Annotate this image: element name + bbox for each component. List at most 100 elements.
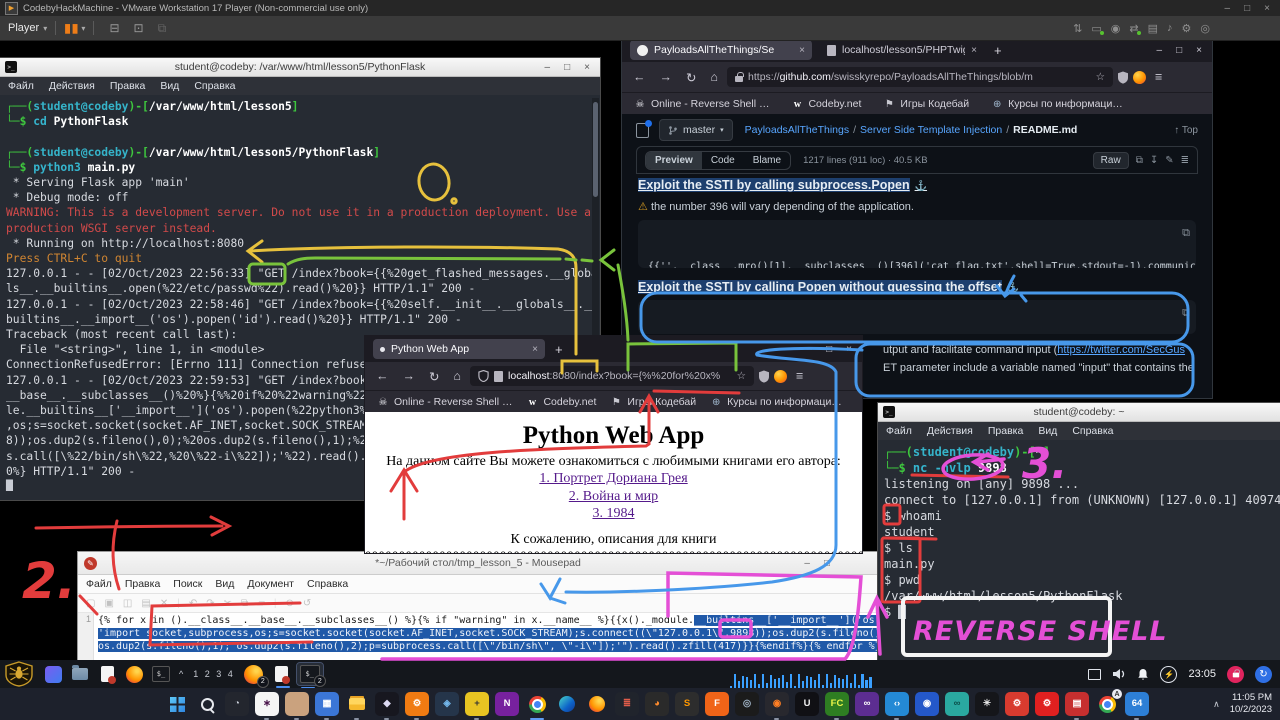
anchor-link-icon[interactable]: ⚓ bbox=[1007, 283, 1019, 294]
taskbar-app-cinema[interactable]: ◎ bbox=[735, 692, 759, 716]
taskbar-app-camtasia[interactable]: ∞ bbox=[945, 692, 969, 716]
mousepad-editor[interactable]: 1 {% for x in ().__class__.__base__.__su… bbox=[78, 613, 878, 663]
back-button[interactable]: ← bbox=[628, 70, 651, 84]
forward-button[interactable]: → bbox=[655, 70, 678, 84]
taskbar-app-firefox[interactable] bbox=[585, 692, 609, 716]
forward-button[interactable]: → bbox=[398, 369, 421, 383]
workspace-pager[interactable]: 1 2 3 4 bbox=[193, 669, 235, 679]
terminal2-titlebar[interactable]: >_ student@codeby: ~ bbox=[878, 403, 1280, 422]
home-button[interactable]: ⌂ bbox=[448, 369, 466, 383]
new-tab-button[interactable]: + bbox=[994, 43, 1002, 58]
outline-icon[interactable]: ≣ bbox=[1181, 155, 1189, 166]
app-menu-button[interactable] bbox=[43, 664, 63, 684]
menu-item[interactable]: Справка bbox=[307, 578, 348, 590]
menu-item[interactable]: Правка bbox=[988, 425, 1023, 437]
cd-icon[interactable]: ◎ bbox=[1200, 22, 1210, 35]
copy-icon[interactable]: ⧉ bbox=[1136, 155, 1143, 166]
running-mousepad[interactable] bbox=[272, 664, 291, 684]
cut-icon[interactable]: ✂ bbox=[224, 598, 232, 609]
redo-icon[interactable]: ↷ bbox=[206, 598, 214, 609]
file-manager-launcher[interactable] bbox=[70, 664, 90, 684]
suspend-button[interactable]: ▮▮ bbox=[64, 21, 79, 35]
terminal-launcher[interactable]: $_ bbox=[151, 664, 171, 684]
taskbar-app-calendar[interactable]: ▦ bbox=[315, 692, 339, 716]
tab-code[interactable]: Code bbox=[702, 152, 744, 169]
session-icon[interactable]: ↻ bbox=[1255, 666, 1272, 683]
taskbar-app-search[interactable] bbox=[195, 692, 219, 716]
terminal1-titlebar[interactable]: >_ student@codeby: /var/www/html/lesson5… bbox=[0, 58, 600, 77]
taskbar-app-explorer[interactable] bbox=[345, 692, 369, 716]
save-as-icon[interactable]: ▤ bbox=[141, 598, 150, 609]
window-list-icon[interactable] bbox=[1088, 669, 1101, 680]
menu-item[interactable]: Файл bbox=[86, 578, 112, 590]
url-bar[interactable]: localhost:8080/index?book={%%20for%20x% … bbox=[470, 366, 754, 386]
taskbar-app-keepass[interactable]: + bbox=[465, 692, 489, 716]
scrollbar-thumb[interactable] bbox=[593, 102, 598, 197]
menu-item[interactable]: Действия bbox=[49, 80, 95, 92]
tray-expander-icon[interactable]: ∧ bbox=[1213, 699, 1220, 710]
menu-item[interactable]: Вид bbox=[160, 80, 179, 92]
tab-python-web-app[interactable]: Python Web App × bbox=[373, 339, 545, 359]
shield-icon[interactable] bbox=[1117, 71, 1129, 84]
firefox-account-icon[interactable] bbox=[774, 370, 787, 383]
close-button[interactable]: × bbox=[1196, 45, 1202, 56]
bookmark-skull[interactable]: Online - Reverse Shell … bbox=[377, 396, 512, 408]
settings-icon[interactable]: ⚙ bbox=[1182, 22, 1192, 35]
ssti-subprocess-heading[interactable]: Exploit the SSTI by calling subprocess.P… bbox=[638, 178, 927, 192]
undo-icon[interactable]: ↶ bbox=[189, 598, 197, 609]
raw-button[interactable]: Raw bbox=[1093, 152, 1129, 169]
replace-icon[interactable]: ↺ bbox=[303, 598, 311, 609]
maximize-button[interactable]: □ bbox=[564, 62, 570, 73]
vmware-maximize-button[interactable]: □ bbox=[1244, 3, 1250, 14]
ssti-popen-heading[interactable]: Exploit the SSTI by calling Popen withou… bbox=[638, 280, 1019, 294]
url-bar[interactable]: https://github.com/swisskyrepo/PayloadsA… bbox=[727, 67, 1113, 87]
taskbar-app-obsidian[interactable]: ◆ bbox=[375, 692, 399, 716]
windows-clock[interactable]: 11:05 PM 10/2/2023 bbox=[1230, 692, 1272, 716]
bookmark-star-icon[interactable]: ☆ bbox=[1096, 71, 1105, 83]
menu-item[interactable]: Файл bbox=[8, 80, 34, 92]
book-link[interactable]: 3. 1984 bbox=[365, 505, 862, 523]
copy-icon[interactable]: ⧉ bbox=[241, 598, 248, 609]
tab-payloadsallthethings[interactable]: PayloadsAllTheThings/Se × bbox=[630, 40, 812, 60]
find-icon[interactable]: ⊙ bbox=[285, 598, 293, 609]
player-menu-button[interactable]: Player bbox=[8, 22, 39, 34]
menu-item[interactable]: Правка bbox=[125, 578, 160, 590]
display-icon[interactable]: ▭ bbox=[1091, 22, 1101, 35]
paste-icon[interactable]: ▱ bbox=[257, 598, 265, 609]
copy-code-icon[interactable]: ⧉ bbox=[1182, 225, 1190, 241]
menu-item[interactable]: Поиск bbox=[173, 578, 202, 590]
tab-close-icon[interactable]: × bbox=[532, 344, 538, 355]
panel-expander[interactable]: ^ bbox=[179, 669, 183, 679]
back-to-top-link[interactable]: ↑ Top bbox=[1174, 125, 1198, 136]
bookmark-globe[interactable]: Курсы по информаци… bbox=[991, 98, 1123, 110]
minimize-button[interactable]: – bbox=[545, 62, 551, 73]
taskbar-app-dashboard[interactable]: ◔ bbox=[225, 692, 249, 716]
taskbar-app-blender[interactable]: ◉ bbox=[765, 692, 789, 716]
power-icon[interactable]: ⚡ bbox=[1160, 666, 1177, 683]
bookmark-globe[interactable]: Курсы по информаци… bbox=[710, 396, 842, 408]
taskbar-app-maps[interactable]: ◉ bbox=[915, 692, 939, 716]
reload-button[interactable]: ↻ bbox=[681, 70, 701, 85]
vmware-minimize-button[interactable]: – bbox=[1225, 3, 1231, 14]
branch-selector[interactable]: master ▾ bbox=[659, 119, 733, 141]
menu-icon[interactable]: ≡ bbox=[1150, 70, 1167, 84]
taskbar-app-fc[interactable]: FC bbox=[825, 692, 849, 716]
maximize-button[interactable]: □ bbox=[1176, 45, 1182, 56]
bookmark-flag[interactable]: Игры Кодебай bbox=[610, 396, 696, 408]
taskbar-app-sublime[interactable]: S bbox=[675, 692, 699, 716]
breadcrumb-folder[interactable]: Server Side Template Injection bbox=[860, 124, 1002, 136]
copy-code-icon[interactable]: ⧉ bbox=[1182, 305, 1190, 321]
tab-preview[interactable]: Preview bbox=[646, 152, 702, 169]
tab-localhost-phptwig[interactable]: localhost/lesson5/PHPTwigI × bbox=[820, 40, 984, 60]
book-link[interactable]: 1. Портрет Дориана Грея bbox=[365, 470, 862, 488]
send-ctrl-alt-del-icon[interactable]: ⊟ bbox=[109, 21, 119, 35]
taskbar-app-vscode[interactable]: ‹› bbox=[885, 692, 909, 716]
menu-item[interactable]: Вид bbox=[1038, 425, 1057, 437]
sound-icon[interactable]: ♪ bbox=[1167, 22, 1173, 35]
taskbar-app-gear-orange[interactable]: ⚙ bbox=[405, 692, 429, 716]
minimize-button[interactable]: – bbox=[807, 344, 813, 355]
screen-lock-icon[interactable] bbox=[1227, 666, 1244, 683]
twitter-link[interactable]: https://twitter.com/SecGus bbox=[1057, 344, 1185, 356]
tab-close-icon[interactable]: × bbox=[971, 45, 977, 56]
fullscreen-icon[interactable]: ⊡ bbox=[134, 21, 144, 35]
